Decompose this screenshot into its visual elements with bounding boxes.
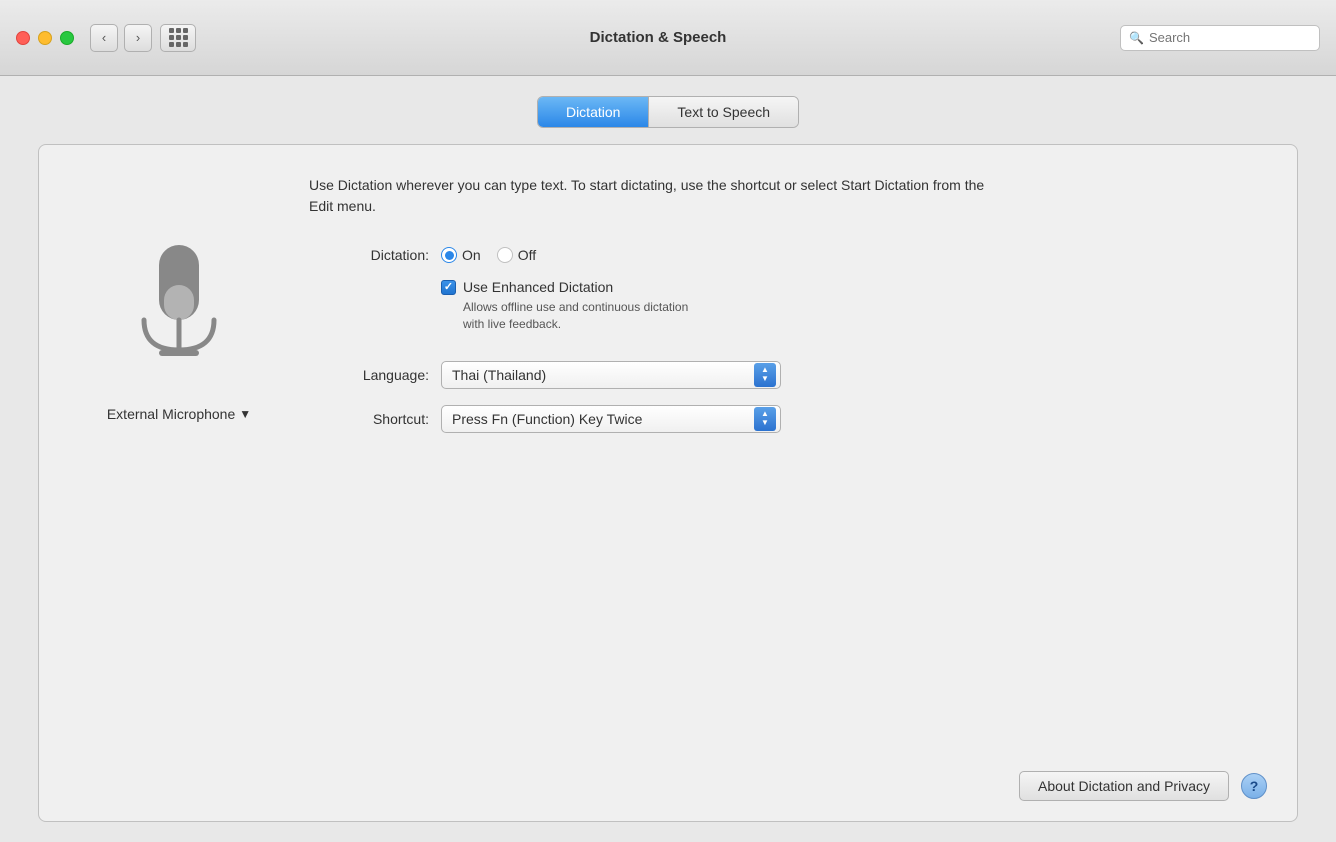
microphone-name: External Microphone — [107, 406, 235, 422]
description-text: Use Dictation wherever you can type text… — [309, 175, 1009, 217]
shortcut-select[interactable]: Press Fn (Function) Key Twice ▲ ▼ — [441, 405, 781, 433]
enhanced-desc: Allows offline use and continuous dictat… — [463, 299, 1267, 333]
radio-on-button[interactable] — [441, 247, 457, 263]
microphone-section: External Microphone ▼ — [69, 175, 289, 761]
radio-on-indicator — [445, 251, 454, 260]
grid-icon — [169, 28, 188, 47]
shortcut-arrow-down-icon: ▼ — [761, 419, 769, 427]
dictation-onoff-row: Dictation: On Off — [309, 247, 1267, 263]
shortcut-label: Shortcut: — [309, 411, 429, 427]
search-icon: 🔍 — [1129, 31, 1144, 45]
language-row: Language: Thai (Thailand) ▲ ▼ — [309, 361, 1267, 389]
checkmark-icon: ✓ — [444, 282, 453, 293]
back-button[interactable]: ‹ — [90, 24, 118, 52]
nav-buttons: ‹ › — [90, 24, 152, 52]
tab-dictation[interactable]: Dictation — [538, 97, 648, 127]
radio-group: On Off — [441, 247, 536, 263]
window-title: Dictation & Speech — [196, 29, 1120, 46]
language-value: Thai (Thailand) — [452, 367, 546, 383]
forward-button[interactable]: › — [124, 24, 152, 52]
enhanced-checkbox[interactable]: ✓ — [441, 280, 456, 295]
radio-on[interactable]: On — [441, 247, 481, 263]
shortcut-value: Press Fn (Function) Key Twice — [452, 411, 642, 427]
microphone-chevron-icon: ▼ — [239, 407, 251, 421]
language-label: Language: — [309, 367, 429, 383]
panel-body: External Microphone ▼ Use Dictation wher… — [69, 175, 1267, 761]
language-select[interactable]: Thai (Thailand) ▲ ▼ — [441, 361, 781, 389]
enhanced-label: Use Enhanced Dictation — [463, 279, 613, 295]
shortcut-row: Shortcut: Press Fn (Function) Key Twice … — [309, 405, 1267, 433]
enhanced-desc-line2: with live feedback. — [463, 317, 561, 331]
search-input[interactable] — [1149, 30, 1311, 45]
microphone-icon — [124, 235, 234, 390]
search-box[interactable]: 🔍 — [1120, 25, 1320, 51]
arrow-up-icon: ▲ — [761, 366, 769, 374]
enhanced-section: ✓ Use Enhanced Dictation Allows offline … — [441, 279, 1267, 333]
grid-view-button[interactable] — [160, 24, 196, 52]
main-content: Dictation Text to Speech — [0, 76, 1336, 842]
radio-off-button[interactable] — [497, 247, 513, 263]
shortcut-select-arrows: ▲ ▼ — [754, 407, 776, 431]
arrow-down-icon: ▼ — [761, 375, 769, 383]
minimize-button[interactable] — [38, 31, 52, 45]
titlebar: ‹ › Dictation & Speech 🔍 — [0, 0, 1336, 76]
radio-off-label: Off — [518, 247, 536, 263]
traffic-lights — [16, 31, 74, 45]
shortcut-arrow-up-icon: ▲ — [761, 410, 769, 418]
settings-section: Use Dictation wherever you can type text… — [289, 175, 1267, 761]
about-button[interactable]: About Dictation and Privacy — [1019, 771, 1229, 801]
tab-text-to-speech[interactable]: Text to Speech — [649, 97, 798, 127]
maximize-button[interactable] — [60, 31, 74, 45]
settings-panel: External Microphone ▼ Use Dictation wher… — [38, 144, 1298, 822]
radio-off[interactable]: Off — [497, 247, 536, 263]
help-button[interactable]: ? — [1241, 773, 1267, 799]
tabs-container: Dictation Text to Speech — [537, 96, 799, 128]
enhanced-desc-line1: Allows offline use and continuous dictat… — [463, 300, 688, 314]
enhanced-checkbox-row: ✓ Use Enhanced Dictation — [441, 279, 1267, 295]
panel-bottom: About Dictation and Privacy ? — [69, 761, 1267, 801]
language-select-arrows: ▲ ▼ — [754, 363, 776, 387]
dictation-label: Dictation: — [309, 247, 429, 263]
tab-segment: Dictation Text to Speech — [537, 96, 799, 128]
radio-on-label: On — [462, 247, 481, 263]
close-button[interactable] — [16, 31, 30, 45]
microphone-label[interactable]: External Microphone ▼ — [107, 406, 251, 422]
